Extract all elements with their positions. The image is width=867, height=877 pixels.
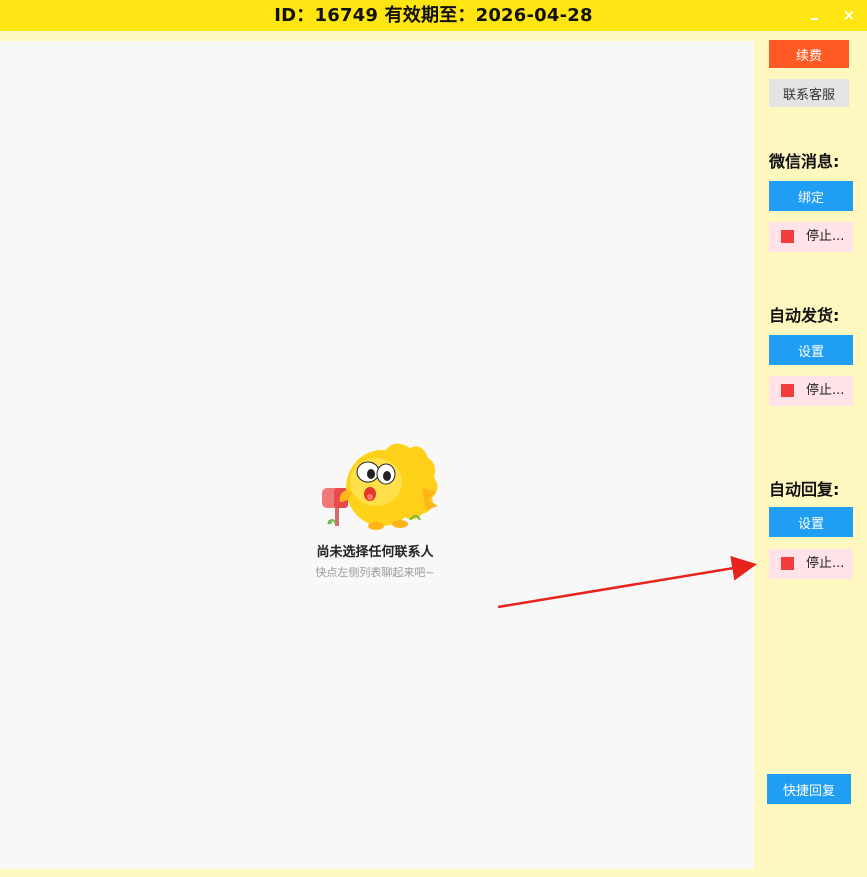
minimize-button[interactable]: [802, 0, 828, 31]
wechat-section-title: 微信消息:: [769, 152, 840, 171]
minimize-icon: [811, 18, 818, 20]
wechat-stop-label: 停止...: [806, 229, 845, 244]
empty-state: 尚未选择任何联系人 快点左侧列表聊起来吧~: [275, 436, 475, 580]
wechat-bind-button[interactable]: 绑定: [769, 181, 853, 211]
auto-ship-section-title: 自动发货:: [769, 306, 840, 325]
auto-reply-section-title: 自动回复:: [769, 480, 840, 499]
stop-square-icon: [781, 384, 794, 397]
quick-reply-button[interactable]: 快捷回复: [767, 774, 851, 804]
contact-support-button[interactable]: 联系客服: [769, 79, 849, 107]
fish-mascot-icon: [322, 443, 438, 530]
title-bar: ID：16749 有效期至：2026-04-28 ×: [0, 0, 867, 31]
chat-panel: 尚未选择任何联系人 快点左侧列表聊起来吧~: [0, 41, 754, 869]
close-button[interactable]: ×: [836, 0, 862, 31]
renew-button[interactable]: 续费: [769, 40, 849, 68]
auto-ship-stop-button[interactable]: 停止...: [769, 376, 853, 406]
stop-square-icon: [781, 230, 794, 243]
right-sidebar: 续费 联系客服 微信消息: 绑定 停止... 自动发货: 设置 停止... 自动…: [754, 31, 867, 877]
close-icon: ×: [842, 6, 856, 24]
window-title: ID：16749 有效期至：2026-04-28: [274, 5, 593, 26]
auto-ship-stop-label: 停止...: [806, 383, 845, 398]
empty-subtitle: 快点左侧列表聊起来吧~: [315, 566, 435, 579]
auto-reply-stop-button[interactable]: 停止...: [769, 549, 853, 579]
wechat-stop-button[interactable]: 停止...: [769, 222, 853, 252]
app-window: ID：16749 有效期至：2026-04-28 × 尚未选择任何联系人 快点左…: [0, 0, 867, 877]
annotation-arrow-icon: [497, 555, 757, 609]
auto-reply-settings-button[interactable]: 设置: [769, 507, 853, 537]
auto-reply-stop-label: 停止...: [806, 556, 845, 571]
stop-square-icon: [781, 557, 794, 570]
auto-ship-settings-button[interactable]: 设置: [769, 335, 853, 365]
empty-title: 尚未选择任何联系人: [316, 545, 434, 560]
